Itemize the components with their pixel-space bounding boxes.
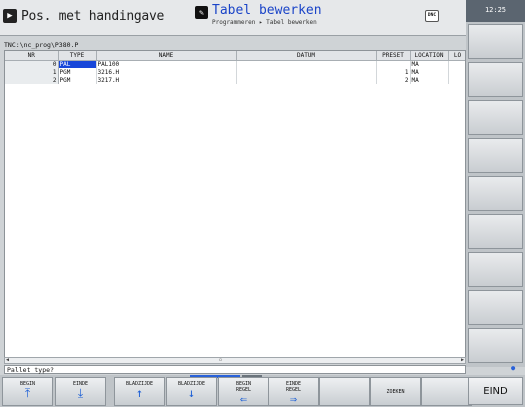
cell-datum[interactable] bbox=[236, 68, 377, 76]
cell-nr: 1 bbox=[5, 68, 59, 76]
vertical-softkey-4[interactable] bbox=[468, 138, 523, 173]
cell-preset[interactable]: 1 bbox=[376, 68, 411, 76]
vertical-softkey-9[interactable] bbox=[468, 328, 523, 363]
cell-name[interactable]: PAL100 bbox=[96, 60, 237, 68]
column-header-nr[interactable]: NR bbox=[5, 51, 59, 61]
cell-datum[interactable] bbox=[236, 60, 377, 68]
empty-softkey-1[interactable] bbox=[319, 377, 370, 406]
page-down-softkey[interactable]: BLADZIJDE ↓ bbox=[166, 377, 217, 406]
begin-softkey[interactable]: BEGIN ⤒ bbox=[2, 377, 53, 406]
arrow-down-icon: ↓ bbox=[187, 386, 196, 400]
table-header-row: NR TYPE NAME DATUM PRESET LOCATION LO bbox=[5, 51, 465, 61]
einde-softkey[interactable]: EINDE ⤓ bbox=[55, 377, 106, 406]
scroll-left-icon[interactable]: ◀ bbox=[6, 357, 9, 363]
table-row[interactable]: 0 PAL PAL100 MA bbox=[5, 60, 465, 68]
arrow-right-icon: ⇒ bbox=[289, 392, 298, 406]
vertical-softkey-bar bbox=[466, 22, 525, 367]
scroll-thumb-icon[interactable]: ▫ bbox=[219, 357, 222, 363]
machine-mode-title: Pos. met handingave bbox=[21, 8, 165, 24]
clock: 12:25 bbox=[466, 0, 525, 22]
pallet-table: NR TYPE NAME DATUM PRESET LOCATION LO 0 … bbox=[4, 50, 466, 359]
edit-mode-icon: ✎ bbox=[195, 6, 208, 19]
cell-lo[interactable] bbox=[448, 76, 465, 84]
eind-softkey[interactable]: EIND bbox=[468, 377, 523, 405]
vertical-softkey-5[interactable] bbox=[468, 176, 523, 211]
cell-preset[interactable] bbox=[376, 60, 411, 68]
arrow-up-icon: ↑ bbox=[135, 386, 144, 400]
table-row[interactable]: 2 PGM 3217.H 2 MA bbox=[5, 76, 465, 84]
row-number-gutter bbox=[5, 60, 58, 358]
horizontal-softkey-bar: BEGIN ⤒ EINDE ⤓ BLADZIJDE ↑ BLADZIJDE ↓ … bbox=[0, 375, 525, 407]
arrow-up-to-top-icon: ⤒ bbox=[24, 386, 31, 400]
begin-regel-softkey[interactable]: BEGIN REGEL ⇐ bbox=[218, 377, 269, 406]
breadcrumb: Programmeren ▸ Tabel bewerken bbox=[212, 19, 317, 26]
column-header-type[interactable]: TYPE bbox=[58, 51, 97, 61]
vertical-softkey-3[interactable] bbox=[468, 100, 523, 135]
cell-type[interactable]: PGM bbox=[58, 76, 97, 84]
vertical-softkey-2[interactable] bbox=[468, 62, 523, 97]
program-mode-title: Tabel bewerken bbox=[212, 3, 322, 18]
vertical-softkey-8[interactable] bbox=[468, 290, 523, 325]
cell-location[interactable]: MA bbox=[410, 68, 449, 76]
arrow-left-icon: ⇐ bbox=[239, 392, 248, 406]
dnc-icon: DNC bbox=[425, 10, 439, 22]
dialog-prompt: Pallet type? bbox=[4, 365, 466, 374]
page-up-softkey[interactable]: BLADZIJDE ↑ bbox=[114, 377, 165, 406]
column-header-location[interactable]: LOCATION bbox=[410, 51, 449, 61]
zoeken-softkey[interactable]: ZOEKEN bbox=[370, 377, 421, 406]
cell-type[interactable]: PGM bbox=[58, 68, 97, 76]
cell-location[interactable]: MA bbox=[410, 60, 449, 68]
cell-location[interactable]: MA bbox=[410, 76, 449, 84]
horizontal-scrollbar[interactable]: ◀ ▫ ▶ bbox=[4, 357, 466, 364]
cell-name[interactable]: 3216.H bbox=[96, 68, 237, 76]
cell-preset[interactable]: 2 bbox=[376, 76, 411, 84]
column-header-lo[interactable]: LO bbox=[448, 51, 465, 61]
scroll-right-icon[interactable]: ▶ bbox=[461, 357, 464, 363]
cell-lo[interactable] bbox=[448, 68, 465, 76]
column-header-preset[interactable]: PRESET bbox=[376, 51, 411, 61]
header-bar: ▶ Pos. met handingave ✎ Tabel bewerken P… bbox=[0, 0, 466, 36]
softkey-scroll-icon: ● bbox=[511, 364, 516, 372]
vertical-softkey-7[interactable] bbox=[468, 252, 523, 287]
cell-name[interactable]: 3217.H bbox=[96, 76, 237, 84]
cell-datum[interactable] bbox=[236, 76, 377, 84]
table-row[interactable]: 1 PGM 3216.H 1 MA bbox=[5, 68, 465, 76]
file-path: TNC:\nc_prog\P380.P bbox=[4, 41, 79, 49]
cell-lo[interactable] bbox=[448, 60, 465, 68]
cell-type-selected[interactable]: PAL bbox=[58, 60, 97, 68]
machine-mode: ▶ Pos. met handingave bbox=[3, 6, 164, 26]
column-header-name[interactable]: NAME bbox=[96, 51, 237, 61]
einde-regel-softkey[interactable]: EINDE REGEL ⇒ bbox=[268, 377, 319, 406]
manual-mode-icon: ▶ bbox=[3, 9, 17, 23]
vertical-softkey-1[interactable] bbox=[468, 24, 523, 59]
arrow-down-to-bottom-icon: ⤓ bbox=[77, 386, 84, 400]
cell-nr: 2 bbox=[5, 76, 59, 84]
cell-nr: 0 bbox=[5, 60, 59, 68]
vertical-softkey-6[interactable] bbox=[468, 214, 523, 249]
empty-softkey-2[interactable] bbox=[421, 377, 472, 406]
column-header-datum[interactable]: DATUM bbox=[236, 51, 377, 61]
